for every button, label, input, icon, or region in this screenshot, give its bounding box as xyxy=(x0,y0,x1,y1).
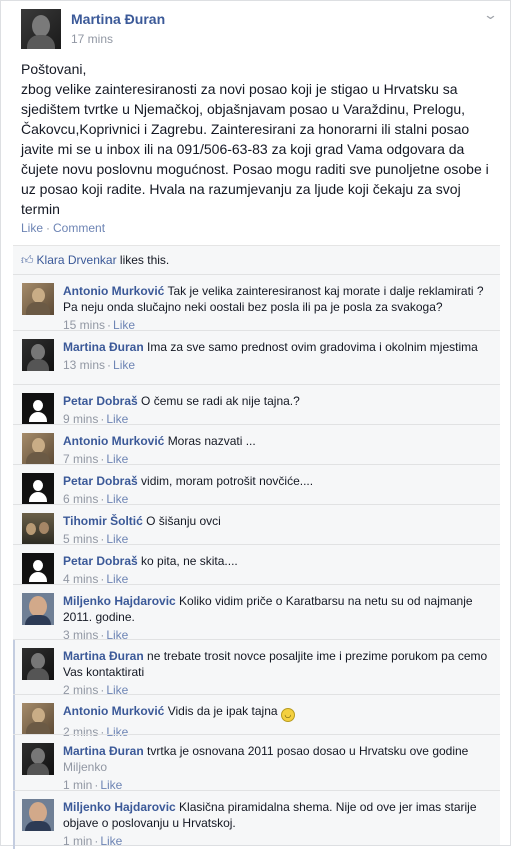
comment-text: O šišanju ovci xyxy=(146,514,221,528)
comment-item: Antonio Murković Tak je velika zainteres… xyxy=(13,274,500,333)
comment-author[interactable]: Antonio Murković xyxy=(63,284,164,298)
new-comment-marker xyxy=(13,791,15,849)
comment-body: Petar Dobraš O čemu se radi ak nije tajn… xyxy=(63,393,491,427)
comment-item: Petar Dobraš O čemu se radi ak nije tajn… xyxy=(13,384,500,427)
comment-item: Miljenko Hajdarovic Klasična piramidalna… xyxy=(13,790,500,849)
comment-text: Moras nazvati ... xyxy=(167,434,256,448)
separator-dot: · xyxy=(107,358,112,372)
new-comment-marker xyxy=(13,640,15,695)
comments-section: 👍︎ Klara Drvenkar likes this. Antonio Mur… xyxy=(13,245,500,849)
comment-author[interactable]: Antonio Murković xyxy=(63,434,164,448)
likes-summary: 👍︎ Klara Drvenkar likes this. xyxy=(21,253,169,268)
comment-text: tvrtka je osnovana 2011 posao dosao u Hr… xyxy=(147,744,469,758)
thumbs-up-icon: 👍︎ xyxy=(21,253,34,267)
post-header: Martina Đuran 17 mins ⌄ xyxy=(1,1,510,53)
comment-item: Miljenko Hajdarovic Koliko vidim priče o… xyxy=(13,584,500,643)
post-body: Poštovani, zbog velike zainteresiranosti… xyxy=(21,59,499,219)
comment-body: Petar Dobraš vidim, moram potrošit novči… xyxy=(63,473,491,507)
commenter-avatar[interactable] xyxy=(22,339,54,371)
comment-item: Martina Đuran ne trebate trosit novce po… xyxy=(13,639,500,698)
comment-body: Petar Dobraš ko pita, ne skita.... 4 mins… xyxy=(63,553,491,587)
comment-meta: 13 mins · Like xyxy=(63,357,491,373)
post-author-name[interactable]: Martina Đuran xyxy=(71,11,165,27)
comment-body: Antonio Murković Tak je velika zainteres… xyxy=(63,283,491,333)
comment-text: ko pita, ne skita.... xyxy=(141,554,238,568)
comment-body: Miljenko Hajdarovic Koliko vidim priče o… xyxy=(63,593,491,643)
new-comment-marker xyxy=(13,735,15,791)
commenter-avatar[interactable] xyxy=(22,513,54,545)
comment-line: Tihomir Šoltić O šišanju ovci xyxy=(63,513,491,529)
comment-item: Tihomir Šoltić O šišanju ovci 5 mins · Like xyxy=(13,504,500,547)
comment-meta: 1 min · Like xyxy=(63,833,491,849)
comment-like-link[interactable]: Like xyxy=(113,358,135,372)
comment-text: vidim, moram potrošit novčiće.... xyxy=(141,474,314,488)
comment-body: Antonio Murković Moras nazvati ... 7 mins… xyxy=(63,433,491,467)
commenter-avatar[interactable] xyxy=(22,703,54,735)
comment-item: Petar Dobraš ko pita, ne skita.... 4 mins… xyxy=(13,544,500,587)
commenter-avatar[interactable] xyxy=(22,593,54,625)
commenter-avatar[interactable] xyxy=(22,648,54,680)
post-timestamp[interactable]: 17 mins xyxy=(71,32,113,46)
comment-link[interactable]: Comment xyxy=(53,221,105,235)
comment-author[interactable]: Petar Dobraš xyxy=(63,554,138,568)
comment-timestamp[interactable]: 13 mins xyxy=(63,358,105,372)
comment-line: Petar Dobraš vidim, moram potrošit novči… xyxy=(63,473,491,489)
comment-author[interactable]: Antonio Murković xyxy=(63,704,164,718)
comment-author[interactable]: Petar Dobraš xyxy=(63,474,138,488)
comment-body: Tihomir Šoltić O šišanju ovci 5 mins · Like xyxy=(63,513,491,547)
separator-dot: · xyxy=(46,221,51,235)
comment-item: Martina Đuran tvrtka je osnovana 2011 po… xyxy=(13,734,500,793)
comment-tag[interactable]: Miljenko xyxy=(63,759,491,775)
commenter-avatar[interactable] xyxy=(22,393,54,425)
comment-item: Petar Dobraš vidim, moram potrošit novči… xyxy=(13,464,500,507)
comment-text: Ima za sve samo prednost ovim gradovima … xyxy=(147,340,478,354)
comment-author[interactable]: Martina Đuran xyxy=(63,340,144,354)
comment-author[interactable]: Martina Đuran xyxy=(63,744,144,758)
author-avatar[interactable] xyxy=(21,9,61,49)
comment-item: Antonio Murković Moras nazvati ... 7 mins… xyxy=(13,424,500,467)
comment-author[interactable]: Miljenko Hajdarovic xyxy=(63,800,176,814)
comment-author[interactable]: Martina Đuran xyxy=(63,649,144,663)
comment-line: Antonio Murković Moras nazvati ... xyxy=(63,433,491,449)
comment-text: O čemu se radi ak nije tajna.? xyxy=(141,394,300,408)
comment-line: Petar Dobraš ko pita, ne skita.... xyxy=(63,553,491,569)
comment-body: Martina Đuran Ima za sve samo prednost o… xyxy=(63,339,491,373)
chevron-down-icon[interactable]: ⌄ xyxy=(483,7,498,23)
commenter-avatar[interactable] xyxy=(22,283,54,315)
post-actions: Like · Comment xyxy=(21,221,105,235)
comment-body: Martina Đuran tvrtka je osnovana 2011 po… xyxy=(63,743,491,793)
comment-line: Martina Đuran ne trebate trosit novce po… xyxy=(63,648,491,680)
commenter-avatar[interactable] xyxy=(22,473,54,505)
comment-line: Miljenko Hajdarovic Koliko vidim priče o… xyxy=(63,593,491,625)
commenter-avatar[interactable] xyxy=(22,799,54,831)
comment-line: Martina Đuran Ima za sve samo prednost o… xyxy=(63,339,491,355)
commenter-avatar[interactable] xyxy=(22,433,54,465)
comment-author[interactable]: Tihomir Šoltić xyxy=(63,514,143,528)
comment-line: Antonio Murković Vidis da je ipak tajna … xyxy=(63,703,491,722)
comment-line: Petar Dobraš O čemu se radi ak nije tajn… xyxy=(63,393,491,409)
new-comment-marker xyxy=(13,695,15,735)
liker-name[interactable]: Klara Drvenkar xyxy=(37,253,117,267)
commenter-avatar[interactable] xyxy=(22,743,54,775)
post-text-main: zbog velike zainteresiranosti za novi po… xyxy=(21,81,489,217)
facebook-post: Martina Đuran 17 mins ⌄ Poštovani, zbog … xyxy=(0,0,511,849)
comment-line: Martina Đuran tvrtka je osnovana 2011 po… xyxy=(63,743,491,759)
post-text-greeting: Poštovani, xyxy=(21,61,87,77)
comment-body: Miljenko Hajdarovic Klasična piramidalna… xyxy=(63,799,491,849)
comment-author[interactable]: Miljenko Hajdarovic xyxy=(63,594,176,608)
comment-line: Miljenko Hajdarovic Klasična piramidalna… xyxy=(63,799,491,831)
comment-text: Vidis da je ipak tajna xyxy=(167,704,278,718)
comment-line: Antonio Murković Tak je velika zainteres… xyxy=(63,283,491,315)
comment-body: Martina Đuran ne trebate trosit novce po… xyxy=(63,648,491,698)
commenter-avatar[interactable] xyxy=(22,553,54,585)
smiley-emoji-icon: ◡ xyxy=(280,708,295,722)
comment-author[interactable]: Petar Dobraš xyxy=(63,394,138,408)
comment-item: Martina Đuran Ima za sve samo prednost o… xyxy=(13,330,500,385)
likes-suffix: likes this. xyxy=(116,253,170,267)
like-link[interactable]: Like xyxy=(21,221,43,235)
comment-item: Antonio Murković Vidis da je ipak tajna … xyxy=(13,694,500,739)
